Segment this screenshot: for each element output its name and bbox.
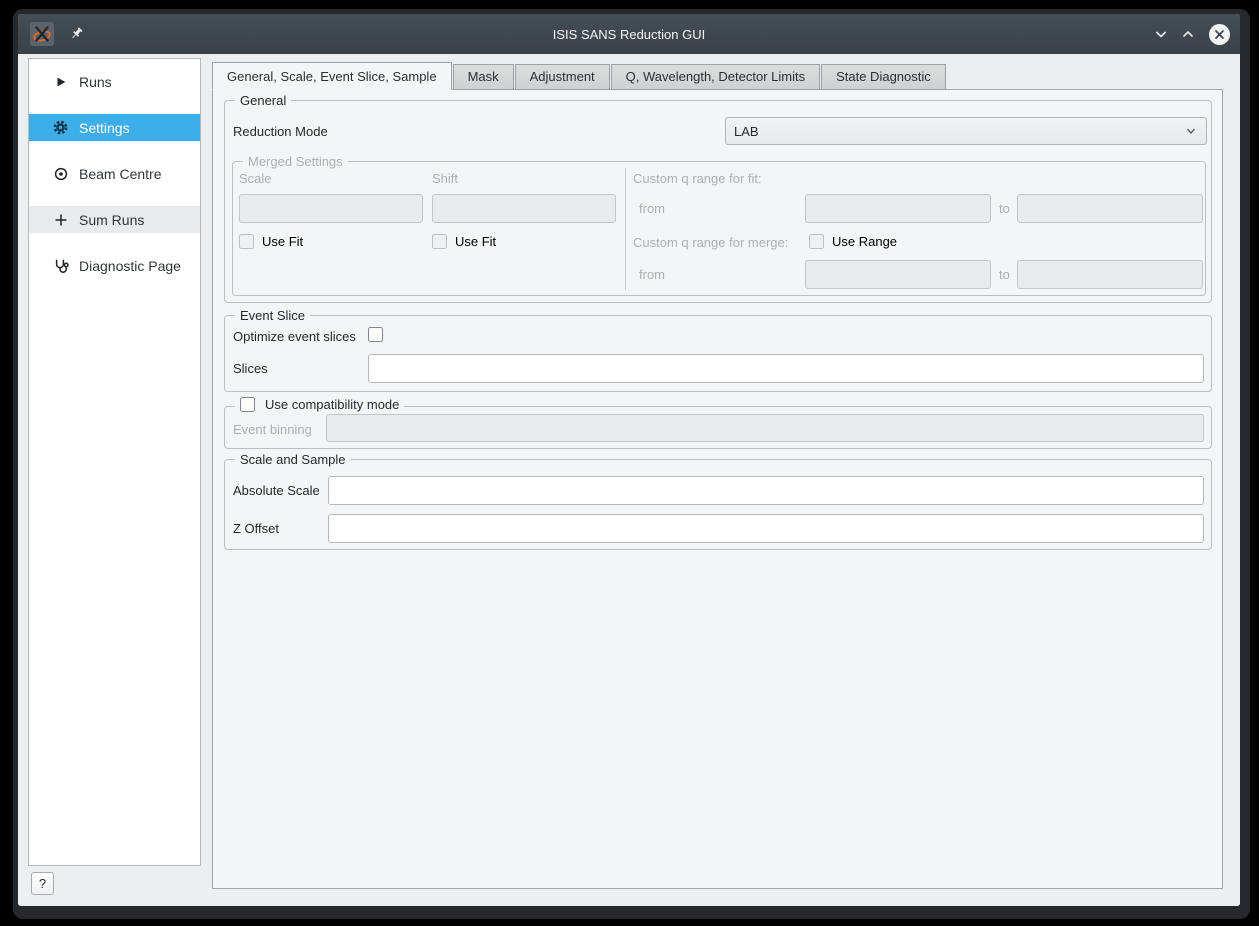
absolute-scale-input[interactable]: [328, 476, 1204, 505]
play-icon: [52, 73, 69, 90]
reduction-mode-select[interactable]: LAB: [725, 117, 1207, 145]
use-compatibility-mode-label: Use compatibility mode: [265, 397, 399, 412]
event-binning-input: [326, 414, 1204, 442]
compatibility-mode-group: Use compatibility mode Event binning: [224, 406, 1212, 449]
use-range-row: Use Range: [809, 234, 897, 249]
use-fit-shift-label: Use Fit: [455, 234, 496, 249]
merged-settings-group: Merged Settings Scale Shift Use Fit Use …: [232, 161, 1206, 296]
event-slice-legend: Event Slice: [235, 308, 310, 323]
reduction-mode-label: Reduction Mode: [233, 124, 328, 139]
use-compatibility-mode-checkbox[interactable]: [240, 397, 255, 412]
q-range-fit-label: Custom q range for fit:: [633, 171, 762, 186]
q-merge-to-label: to: [999, 267, 1010, 282]
q-fit-to-input: [1017, 194, 1203, 223]
chevron-down-icon: [1153, 26, 1169, 42]
app-menu-button[interactable]: [30, 22, 54, 46]
optimize-event-slices-label: Optimize event slices: [233, 329, 356, 344]
sidebar-item-label: Diagnostic Page: [79, 258, 181, 274]
use-fit-scale-checkbox: [239, 234, 254, 249]
tab-q-wavelength-detector-limits[interactable]: Q, Wavelength, Detector Limits: [611, 64, 820, 90]
window-title: ISIS SANS Reduction GUI: [18, 27, 1240, 42]
mantid-logo-icon: [32, 24, 52, 44]
optimize-event-slices-checkbox[interactable]: [368, 327, 383, 342]
tab-adjustment[interactable]: Adjustment: [515, 64, 610, 90]
minimize-button[interactable]: [1152, 25, 1170, 43]
event-binning-label: Event binning: [233, 422, 312, 437]
general-group-legend: General: [235, 93, 291, 108]
sidebar-item-settings[interactable]: Settings: [29, 114, 200, 141]
q-merge-from-label: from: [639, 267, 665, 282]
sidebar-item-runs[interactable]: Runs: [29, 68, 200, 95]
maximize-button[interactable]: [1179, 25, 1197, 43]
chevron-down-icon: [1185, 125, 1206, 137]
q-fit-from-input: [805, 194, 991, 223]
use-fit-scale-label: Use Fit: [262, 234, 303, 249]
use-fit-shift-checkbox: [432, 234, 447, 249]
sidebar-item-diagnostic-page[interactable]: Diagnostic Page: [29, 252, 200, 279]
use-fit-scale-row: Use Fit: [239, 234, 303, 249]
stethoscope-icon: [52, 257, 69, 274]
compatibility-legend: Use compatibility mode: [235, 397, 404, 412]
sidebar-item-sum-runs[interactable]: Sum Runs: [29, 206, 200, 233]
slices-label: Slices: [233, 361, 268, 376]
q-merge-to-input: [1017, 260, 1203, 289]
settings-tab-page: General Reduction Mode LAB Merged Settin…: [212, 89, 1223, 889]
merged-settings-legend: Merged Settings: [243, 154, 348, 169]
scale-and-sample-group: Scale and Sample Absolute Scale Z Offset: [224, 459, 1212, 550]
app-window: ISIS SANS Reduction GUI: [13, 9, 1250, 919]
q-fit-from-label: from: [639, 201, 665, 216]
merged-shift-input: [432, 194, 616, 223]
close-icon: [1213, 28, 1226, 41]
main-area: Runs Settings: [18, 54, 1240, 906]
titlebar: ISIS SANS Reduction GUI: [18, 14, 1240, 54]
use-range-checkbox: [809, 234, 824, 249]
merged-scale-input: [239, 194, 423, 223]
sidebar-item-label: Beam Centre: [79, 166, 161, 182]
sidebar: Runs Settings: [28, 58, 201, 866]
tab-state-diagnostic[interactable]: State Diagnostic: [821, 64, 946, 90]
scale-and-sample-legend: Scale and Sample: [235, 452, 351, 467]
q-range-merge-label: Custom q range for merge:: [633, 235, 788, 250]
z-offset-label: Z Offset: [233, 521, 279, 536]
merged-divider: [625, 168, 626, 290]
absolute-scale-label: Absolute Scale: [233, 483, 320, 498]
reduction-mode-value: LAB: [726, 124, 1185, 139]
use-range-label: Use Range: [832, 234, 897, 249]
gear-icon: [52, 119, 69, 136]
z-offset-input[interactable]: [328, 514, 1204, 543]
q-merge-from-input: [805, 260, 991, 289]
window-controls: [1152, 24, 1230, 45]
help-button[interactable]: ?: [31, 872, 54, 895]
sidebar-item-beam-centre[interactable]: Beam Centre: [29, 160, 200, 187]
pin-icon[interactable]: [69, 26, 85, 42]
target-icon: [52, 165, 69, 182]
close-button[interactable]: [1209, 24, 1230, 45]
plus-icon: [52, 211, 69, 228]
window-content: ISIS SANS Reduction GUI: [18, 14, 1240, 906]
event-slice-group: Event Slice Optimize event slices Slices: [224, 315, 1212, 392]
tab-bar: General, Scale, Event Slice, Sample Mask…: [212, 62, 946, 90]
sidebar-item-label: Sum Runs: [79, 212, 144, 228]
general-group: General Reduction Mode LAB Merged Settin…: [224, 100, 1212, 303]
merged-scale-label: Scale: [239, 171, 272, 186]
merged-shift-label: Shift: [432, 171, 458, 186]
slices-input[interactable]: [368, 354, 1204, 383]
use-fit-shift-row: Use Fit: [432, 234, 496, 249]
sidebar-item-label: Runs: [79, 74, 112, 90]
chevron-up-icon: [1180, 26, 1196, 42]
sidebar-item-label: Settings: [79, 120, 130, 136]
tab-mask[interactable]: Mask: [453, 64, 514, 90]
q-fit-to-label: to: [999, 201, 1010, 216]
tab-general-scale-event-slice-sample[interactable]: General, Scale, Event Slice, Sample: [212, 62, 452, 90]
